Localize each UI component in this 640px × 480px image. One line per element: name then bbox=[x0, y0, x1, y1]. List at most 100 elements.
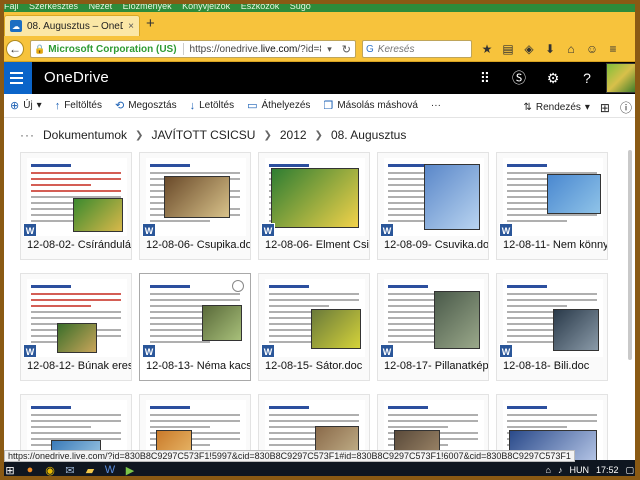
bookmark-star-icon[interactable]: ★ bbox=[480, 41, 494, 57]
network-icon[interactable]: ⌂ bbox=[546, 465, 551, 475]
browser-tab-onedrive[interactable]: ☁ 08. Augusztus – OneDrive × bbox=[4, 15, 140, 36]
file-tile[interactable]: W 12-08-13- Néma kacsá... bbox=[139, 273, 251, 381]
volume-icon[interactable]: ♪ bbox=[558, 465, 563, 475]
file-name[interactable]: 12-08-15- Sátor.doc bbox=[265, 360, 369, 372]
page-scrollbar[interactable] bbox=[628, 150, 632, 360]
thumbnail-photo bbox=[434, 291, 480, 349]
upload-button[interactable]: ↑ Feltöltés bbox=[55, 100, 102, 112]
file-name[interactable]: 12-08-06- Elment Csipi... bbox=[265, 239, 369, 251]
file-tile[interactable]: W 12-08-12- Búnak ereszt... bbox=[20, 273, 132, 381]
file-name[interactable]: 12-08-12- Búnak ereszt... bbox=[27, 360, 131, 372]
thumbnail-text-line bbox=[150, 305, 210, 307]
info-pane-icon[interactable]: ⓘ bbox=[620, 99, 632, 116]
thumbnail-text-line bbox=[388, 426, 448, 428]
chrome-icon[interactable]: ◉ bbox=[40, 460, 60, 480]
onedrive-header: OneDrive ⠿ Ⓢ ⚙ ? bbox=[0, 62, 640, 94]
thumbnail-text-line bbox=[269, 305, 329, 307]
media-icon[interactable]: ▶ bbox=[120, 460, 140, 480]
hamburger-menu-icon[interactable]: ≡ bbox=[606, 41, 620, 57]
more-button[interactable]: ··· bbox=[431, 100, 441, 111]
menu-bookmarks[interactable]: Könyvjelzők bbox=[182, 1, 230, 11]
select-checkbox[interactable] bbox=[232, 280, 244, 292]
tab-title: 08. Augusztus – OneDrive bbox=[27, 20, 123, 32]
chevron-right-icon: ❯ bbox=[314, 129, 323, 141]
home-icon[interactable]: ⌂ bbox=[564, 41, 578, 57]
file-name[interactable]: 12-08-02- Csírándulás... bbox=[27, 239, 131, 251]
thumbnail-text-line bbox=[31, 420, 121, 422]
file-tile[interactable]: W 12-08-15- Sátor.doc bbox=[258, 273, 370, 381]
thumbnail-photo bbox=[547, 174, 601, 214]
nav-menu-button[interactable] bbox=[0, 62, 32, 94]
thumbnail-heading bbox=[31, 285, 71, 288]
app-name[interactable]: OneDrive bbox=[44, 69, 109, 86]
url-text[interactable]: https://onedrive.live.com/?id=830B8C9297… bbox=[190, 44, 322, 55]
breadcrumb-item-folder[interactable]: JAVÍTOTT CSICSU bbox=[151, 128, 255, 142]
pocket-icon[interactable]: ◈ bbox=[522, 41, 536, 57]
move-button[interactable]: ▭ Áthelyezés bbox=[247, 99, 310, 112]
clock[interactable]: 17:52 bbox=[596, 465, 619, 475]
site-identity[interactable]: Microsoft Corporation (US) bbox=[48, 44, 176, 55]
skype-icon[interactable]: Ⓢ bbox=[502, 62, 536, 94]
search-box[interactable]: G bbox=[362, 40, 472, 58]
thumbnail-text-line bbox=[31, 432, 121, 434]
thumbnail-text-line bbox=[507, 420, 597, 422]
menu-history[interactable]: Előzmények bbox=[123, 1, 172, 11]
file-tile[interactable]: W 12-08-11- Nem könny... bbox=[496, 152, 608, 260]
share-button[interactable]: ⟲ Megosztás bbox=[115, 99, 177, 112]
breadcrumb-item-year[interactable]: 2012 bbox=[280, 128, 307, 142]
breadcrumb-overflow[interactable]: ··· bbox=[20, 128, 35, 142]
thumbnail-text-line bbox=[31, 414, 121, 416]
app-launcher-icon[interactable]: ⠿ bbox=[468, 62, 502, 94]
file-tile[interactable]: W 12-08-09- Csuvika.doc bbox=[377, 152, 489, 260]
download-icon[interactable]: ⬇ bbox=[543, 41, 557, 57]
back-arrow-icon[interactable]: ← bbox=[6, 40, 24, 58]
settings-gear-icon[interactable]: ⚙ bbox=[536, 62, 570, 94]
windows-start-icon[interactable]: ⊞ bbox=[0, 464, 20, 477]
menu-help[interactable]: Súgó bbox=[290, 1, 311, 11]
user-avatar[interactable] bbox=[606, 63, 636, 93]
search-input[interactable] bbox=[377, 43, 463, 55]
view-switcher-icon[interactable]: ⊞ bbox=[600, 101, 610, 115]
file-name[interactable]: 12-08-11- Nem könny... bbox=[503, 239, 607, 251]
chevron-down-icon[interactable]: ▾ bbox=[324, 44, 335, 55]
download-button[interactable]: ↓ Letöltés bbox=[190, 100, 235, 112]
breadcrumb-item-current: 08. Augusztus bbox=[330, 128, 407, 142]
file-tile[interactable]: W 12-08-02- Csírándulás... bbox=[20, 152, 132, 260]
file-name[interactable]: 12-08-09- Csuvika.doc bbox=[384, 239, 488, 251]
file-tile[interactable]: W 12-08-18- Bili.doc bbox=[496, 273, 608, 381]
file-name[interactable]: 12-08-17- Pillanatkép.... bbox=[384, 360, 488, 372]
thumbnail-heading bbox=[269, 406, 309, 409]
word-app-icon[interactable]: W bbox=[100, 460, 120, 480]
menu-tools[interactable]: Eszközök bbox=[241, 1, 280, 11]
file-tile[interactable]: W 12-08-06- Csupika.doc bbox=[139, 152, 251, 260]
notifications-icon[interactable]: ▢ bbox=[625, 465, 634, 476]
help-icon[interactable]: ? bbox=[570, 62, 604, 94]
thumbnail-heading bbox=[507, 406, 547, 409]
share-label: Megosztás bbox=[128, 100, 177, 111]
file-tile[interactable]: W 12-08-06- Elment Csipi... bbox=[258, 152, 370, 260]
address-bar[interactable]: 🔒 Microsoft Corporation (US) https://one… bbox=[30, 40, 356, 58]
breadcrumb-item-documents[interactable]: Dokumentumok bbox=[43, 128, 127, 142]
firefox-icon[interactable]: ● bbox=[20, 460, 40, 480]
reload-icon[interactable]: ↻ bbox=[338, 43, 355, 56]
thumbnail-text-line bbox=[150, 426, 210, 428]
file-tile[interactable]: W 12-08-17- Pillanatkép.... bbox=[377, 273, 489, 381]
copy-button[interactable]: ❐ Másolás máshová bbox=[323, 99, 417, 112]
menu-view[interactable]: Nézet bbox=[89, 1, 113, 11]
input-language[interactable]: HUN bbox=[569, 465, 589, 475]
menu-file[interactable]: Fájl bbox=[4, 1, 19, 11]
menu-edit[interactable]: Szerkesztés bbox=[29, 1, 78, 11]
reading-list-icon[interactable]: ▤ bbox=[501, 41, 515, 57]
new-tab-button[interactable]: + bbox=[146, 16, 155, 32]
sort-button[interactable]: ⇅ Rendezés ▾ bbox=[523, 102, 589, 113]
file-name[interactable]: 12-08-13- Néma kacsá... bbox=[146, 360, 250, 372]
new-button[interactable]: ⊕ Új ▾ bbox=[10, 99, 42, 112]
smiley-icon[interactable]: ☺ bbox=[585, 41, 599, 57]
folder-icon[interactable]: ▰ bbox=[80, 460, 100, 480]
url-suffix: /?id=830B8C9297C5 bbox=[297, 43, 321, 55]
file-name[interactable]: 12-08-06- Csupika.doc bbox=[146, 239, 250, 251]
close-tab-icon[interactable]: × bbox=[128, 21, 134, 32]
thumbnail-text-line bbox=[388, 420, 478, 422]
email-icon[interactable]: ✉ bbox=[60, 460, 80, 480]
file-name[interactable]: 12-08-18- Bili.doc bbox=[503, 360, 607, 372]
